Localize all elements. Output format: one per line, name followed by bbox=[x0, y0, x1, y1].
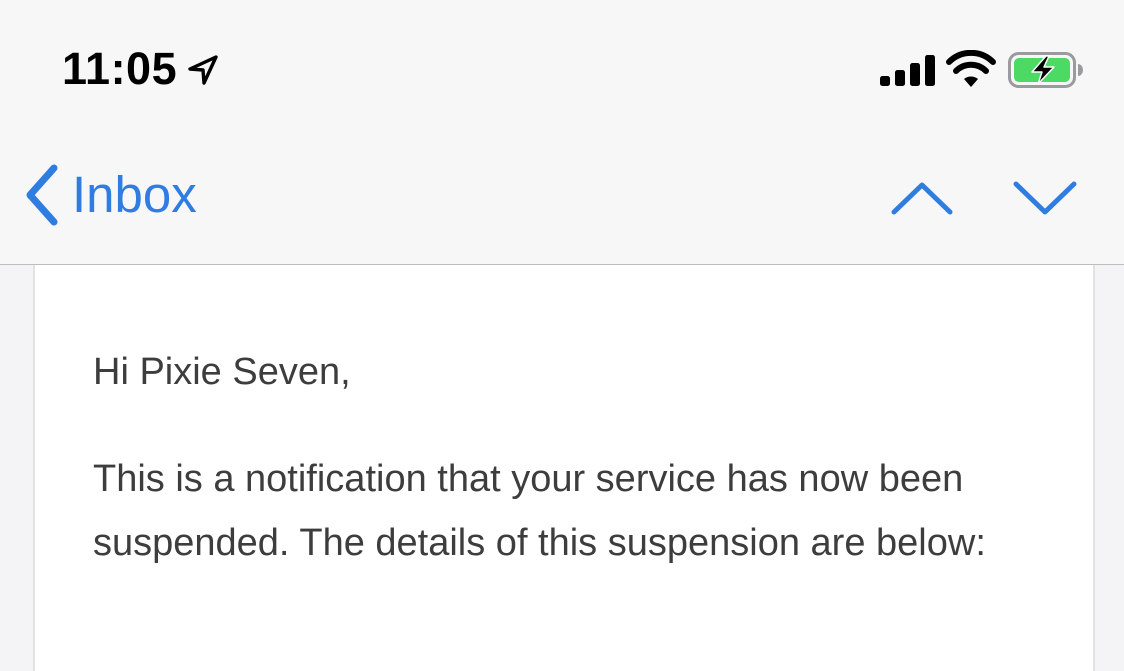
message-body-card: Hi Pixie Seven, This is a notification t… bbox=[33, 265, 1095, 671]
chevron-left-icon bbox=[26, 164, 58, 226]
back-to-inbox-button[interactable]: Inbox bbox=[20, 160, 197, 230]
navigation-bar: Inbox bbox=[0, 130, 1124, 264]
back-button-label: Inbox bbox=[72, 166, 197, 223]
status-bar: 11:05 bbox=[0, 0, 1124, 130]
chevron-down-icon[interactable] bbox=[1010, 174, 1080, 222]
battery-charging-icon bbox=[1008, 52, 1083, 88]
status-time: 11:05 bbox=[62, 43, 178, 94]
message-paragraph: This is a notification that your service… bbox=[93, 458, 986, 564]
top-chrome: 11:05 Inbox bbox=[0, 0, 1124, 265]
location-arrow-icon bbox=[188, 55, 218, 85]
wifi-icon bbox=[946, 50, 996, 87]
message-greeting: Hi Pixie Seven, bbox=[93, 351, 351, 393]
cellular-signal-icon bbox=[880, 55, 935, 86]
message-area: Hi Pixie Seven, This is a notification t… bbox=[0, 265, 1124, 671]
chevron-up-icon[interactable] bbox=[888, 172, 956, 222]
